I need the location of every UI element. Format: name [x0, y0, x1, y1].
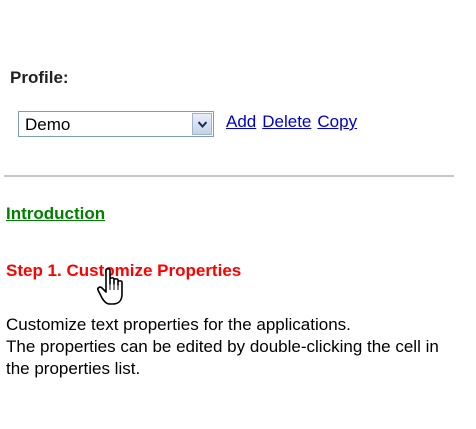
chevron-down-icon[interactable] — [192, 113, 212, 135]
profile-actions: Add Delete Copy — [226, 112, 363, 132]
step-description: Customize text properties for the applic… — [6, 314, 446, 380]
delete-profile-link[interactable]: Delete — [262, 112, 311, 131]
profile-label: Profile: — [10, 68, 69, 87]
introduction-link[interactable]: Introduction — [6, 204, 105, 224]
profile-select-value: Demo — [25, 115, 71, 134]
profile-wizard-panel: Profile: Demo Add Delete Copy Introduction… — [0, 0, 476, 429]
description-line-2: The properties can be edited by double-c… — [6, 337, 439, 378]
add-profile-link[interactable]: Add — [226, 112, 256, 131]
hand-pointer-icon — [97, 268, 123, 305]
copy-profile-link[interactable]: Copy — [317, 112, 357, 131]
profile-select[interactable]: Demo — [18, 111, 214, 137]
section-divider — [4, 175, 454, 177]
description-line-1: Customize text properties for the applic… — [6, 315, 351, 334]
